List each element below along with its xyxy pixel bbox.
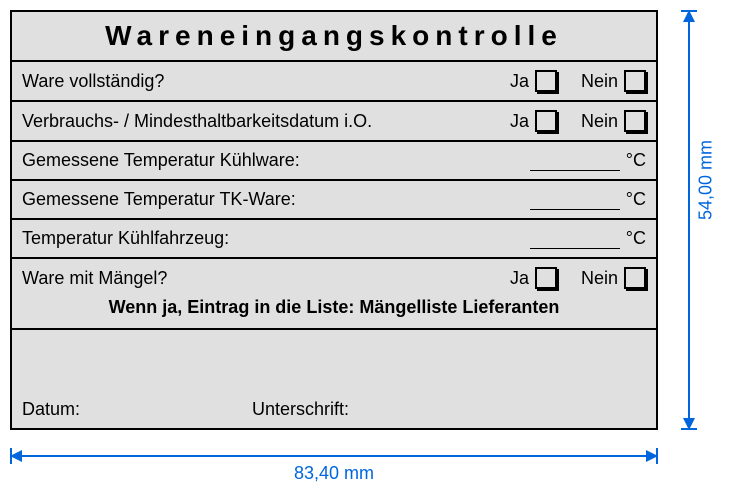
label-yes: Ja (510, 268, 529, 289)
row-temp-frozen: Gemessene Temperatur TK-Ware: °C (12, 181, 656, 220)
defects-note: Wenn ja, Eintrag in die Liste: Mängellis… (22, 297, 646, 318)
label-ware-complete: Ware vollständig? (22, 71, 510, 92)
row-defects: Ware mit Mängel? Ja Nein Wenn ja, Eintra… (12, 259, 656, 330)
checkbox-complete-no[interactable] (624, 70, 646, 92)
label-temp-frozen: Gemessene Temperatur TK-Ware: (22, 189, 530, 210)
label-date: Datum: (22, 399, 252, 420)
label-yes: Ja (510, 71, 529, 92)
input-line-temp-vehicle[interactable] (530, 231, 620, 249)
checkbox-defects-yes[interactable] (535, 267, 557, 289)
stamp-form: Wareneingangskontrolle Ware vollständig?… (10, 10, 658, 430)
dimension-width: 83,40 mm (10, 445, 658, 495)
label-expiry: Verbrauchs- / Mindesthaltbarkeitsdatum i… (22, 111, 510, 132)
label-yes: Ja (510, 111, 529, 132)
label-temp-cool: Gemessene Temperatur Kühlware: (22, 150, 530, 171)
label-no: Nein (581, 268, 618, 289)
checkbox-complete-yes[interactable] (535, 70, 557, 92)
yn-group: Ja Nein (510, 70, 646, 92)
input-line-temp-cool[interactable] (530, 153, 620, 171)
row-expiry: Verbrauchs- / Mindesthaltbarkeitsdatum i… (12, 102, 656, 142)
form-title: Wareneingangskontrolle (12, 12, 656, 62)
yn-group: Ja Nein (510, 267, 646, 289)
yn-group: Ja Nein (510, 110, 646, 132)
label-temp-vehicle: Temperatur Kühlfahrzeug: (22, 228, 530, 249)
checkbox-expiry-no[interactable] (624, 110, 646, 132)
row-temp-vehicle: Temperatur Kühlfahrzeug: °C (12, 220, 656, 259)
dimension-height-label: 54,00 mm (696, 140, 717, 220)
label-no: Nein (581, 111, 618, 132)
checkbox-expiry-yes[interactable] (535, 110, 557, 132)
label-signature: Unterschrift: (252, 399, 349, 420)
unit-celsius: °C (626, 150, 646, 171)
row-temp-cool: Gemessene Temperatur Kühlware: °C (12, 142, 656, 181)
unit-celsius: °C (626, 228, 646, 249)
row-ware-complete: Ware vollständig? Ja Nein (12, 62, 656, 102)
row-signature: Datum: Unterschrift: (12, 330, 656, 428)
label-no: Nein (581, 71, 618, 92)
input-line-temp-frozen[interactable] (530, 192, 620, 210)
dimension-width-label: 83,40 mm (10, 463, 658, 484)
dimension-height: 54,00 mm (678, 10, 734, 430)
unit-celsius: °C (626, 189, 646, 210)
label-defects: Ware mit Mängel? (22, 268, 510, 289)
checkbox-defects-no[interactable] (624, 267, 646, 289)
